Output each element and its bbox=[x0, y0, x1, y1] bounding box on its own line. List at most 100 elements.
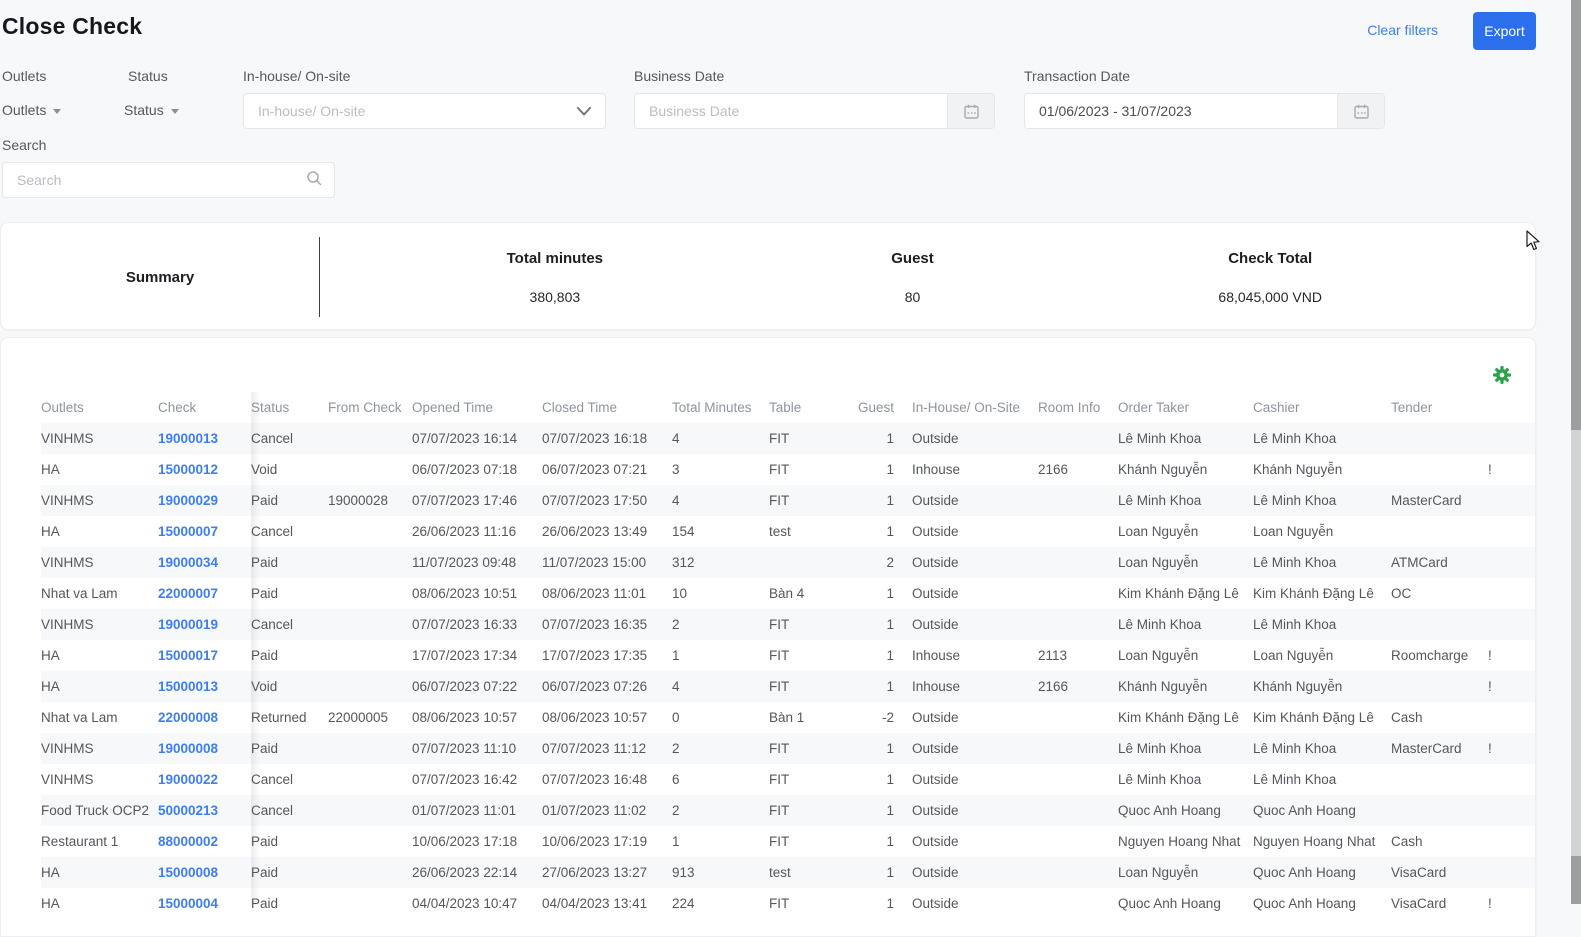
cell-opened-time: 07/07/2023 16:42 bbox=[412, 764, 542, 795]
cell-opened-time: 07/07/2023 16:33 bbox=[412, 609, 542, 640]
gear-icon[interactable] bbox=[1493, 366, 1511, 384]
cell-tender bbox=[1391, 516, 1488, 547]
calendar-icon[interactable] bbox=[947, 94, 994, 128]
cell-check[interactable]: 19000034 bbox=[158, 547, 251, 578]
cell-closed-time: 11/07/2023 15:00 bbox=[542, 547, 672, 578]
cell-check[interactable]: 19000008 bbox=[158, 733, 251, 764]
summary-metric-label: Check Total bbox=[1228, 250, 1312, 267]
scrollbar-thumb-bottom[interactable] bbox=[1571, 856, 1581, 904]
cell-room-info bbox=[1038, 702, 1118, 733]
cell-opened-time: 17/07/2023 17:34 bbox=[412, 640, 542, 671]
col-order-taker: Order Taker bbox=[1118, 392, 1253, 423]
export-button[interactable]: Export bbox=[1473, 12, 1536, 50]
business-date-input[interactable]: Business Date bbox=[634, 93, 995, 129]
cell-in-house: Inhouse bbox=[912, 454, 1038, 485]
cell-cashier: Quoc Anh Hoang bbox=[1253, 795, 1391, 826]
table-card: OutletsCheckStatusFrom CheckOpened TimeC… bbox=[0, 337, 1536, 937]
cell-table bbox=[769, 547, 849, 578]
cell-cashier: Kim Khánh Đặng Lê bbox=[1253, 702, 1391, 733]
summary-metric: Total minutes380,803 bbox=[376, 223, 734, 331]
cell-check[interactable]: 15000017 bbox=[158, 640, 251, 671]
outlets-dropdown[interactable]: Outlets bbox=[2, 102, 61, 118]
cell-opened-time: 08/06/2023 10:51 bbox=[412, 578, 542, 609]
cell-table: FIT bbox=[769, 485, 849, 516]
table-row: HA15000017Paid17/07/2023 17:3417/07/2023… bbox=[41, 640, 1535, 671]
cell-order-taker: Khánh Nguyễn bbox=[1118, 454, 1253, 485]
cell-outlets: VINHMS bbox=[41, 423, 158, 454]
cell-status: Paid bbox=[251, 547, 328, 578]
clear-filters-link[interactable]: Clear filters bbox=[1367, 22, 1438, 38]
cell-in-house: Outside bbox=[912, 826, 1038, 857]
cell-closed-time: 27/06/2023 13:27 bbox=[542, 857, 672, 888]
cell-total-minutes: 1 bbox=[672, 640, 769, 671]
col-tender: Tender bbox=[1391, 392, 1488, 423]
status-dropdown[interactable]: Status bbox=[124, 102, 179, 118]
inhouse-select[interactable]: In-house/ On-site bbox=[243, 93, 606, 129]
cell-check[interactable]: 22000007 bbox=[158, 578, 251, 609]
cell-check[interactable]: 88000002 bbox=[158, 826, 251, 857]
cell-check[interactable]: 15000008 bbox=[158, 857, 251, 888]
search-icon[interactable] bbox=[306, 170, 322, 191]
cell-closed-time: 07/07/2023 17:50 bbox=[542, 485, 672, 516]
col-status: Status bbox=[251, 392, 328, 423]
cell-check[interactable]: 15000012 bbox=[158, 454, 251, 485]
cell-from-check bbox=[328, 640, 412, 671]
cell-in-house: Outside bbox=[912, 609, 1038, 640]
summary-divider bbox=[319, 237, 320, 317]
cell-closed-time: 07/07/2023 16:35 bbox=[542, 609, 672, 640]
cell-check[interactable]: 19000019 bbox=[158, 609, 251, 640]
cell-total-minutes: 0 bbox=[672, 702, 769, 733]
cell-tender: Cash bbox=[1391, 702, 1488, 733]
calendar-icon[interactable] bbox=[1337, 94, 1384, 128]
cell-overflow-fragment bbox=[1488, 795, 1535, 826]
cell-from-check: 22000005 bbox=[328, 702, 412, 733]
table-row: Nhat va Lam22000008Returned2200000508/06… bbox=[41, 702, 1535, 733]
cell-from-check bbox=[328, 826, 412, 857]
cell-check[interactable]: 19000013 bbox=[158, 423, 251, 454]
cell-check[interactable]: 22000008 bbox=[158, 702, 251, 733]
cell-opened-time: 10/06/2023 17:18 bbox=[412, 826, 542, 857]
caret-down-icon bbox=[171, 109, 179, 114]
transaction-date-input[interactable]: 01/06/2023 - 31/07/2023 bbox=[1024, 93, 1385, 129]
cell-outlets: HA bbox=[41, 671, 158, 702]
cell-table: test bbox=[769, 857, 849, 888]
col-total-minutes: Total Minutes bbox=[672, 392, 769, 423]
chevron-down-icon bbox=[577, 103, 591, 119]
col-check: Check bbox=[158, 392, 251, 423]
cell-order-taker: Loan Nguyễn bbox=[1118, 857, 1253, 888]
cell-overflow-fragment bbox=[1488, 702, 1535, 733]
caret-down-icon bbox=[53, 109, 61, 114]
cell-in-house: Outside bbox=[912, 485, 1038, 516]
transaction-date-label: Transaction Date bbox=[1024, 68, 1130, 84]
cell-closed-time: 10/06/2023 17:19 bbox=[542, 826, 672, 857]
cell-opened-time: 01/07/2023 11:01 bbox=[412, 795, 542, 826]
table-row: Restaurant 188000002Paid10/06/2023 17:18… bbox=[41, 826, 1535, 857]
cell-closed-time: 08/06/2023 11:01 bbox=[542, 578, 672, 609]
cell-total-minutes: 312 bbox=[672, 547, 769, 578]
table-row: HA15000007Cancel26/06/2023 11:1626/06/20… bbox=[41, 516, 1535, 547]
cell-opened-time: 26/06/2023 11:16 bbox=[412, 516, 542, 547]
cell-guest: 1 bbox=[849, 826, 912, 857]
table-row: Nhat va Lam22000007Paid08/06/2023 10:510… bbox=[41, 578, 1535, 609]
cell-total-minutes: 10 bbox=[672, 578, 769, 609]
cell-check[interactable]: 15000013 bbox=[158, 671, 251, 702]
cell-outlets: HA bbox=[41, 857, 158, 888]
cell-opened-time: 06/07/2023 07:18 bbox=[412, 454, 542, 485]
cell-total-minutes: 913 bbox=[672, 857, 769, 888]
table-row: HA15000013Void06/07/2023 07:2206/07/2023… bbox=[41, 671, 1535, 702]
cell-check[interactable]: 50000213 bbox=[158, 795, 251, 826]
cell-total-minutes: 2 bbox=[672, 795, 769, 826]
cell-check[interactable]: 19000029 bbox=[158, 485, 251, 516]
scrollbar-thumb[interactable] bbox=[1571, 0, 1581, 430]
cell-from-check bbox=[328, 578, 412, 609]
table-row: VINHMS19000019Cancel07/07/2023 16:3307/0… bbox=[41, 609, 1535, 640]
cell-opened-time: 07/07/2023 17:46 bbox=[412, 485, 542, 516]
cell-check[interactable]: 19000022 bbox=[158, 764, 251, 795]
search-box bbox=[2, 162, 335, 198]
cell-total-minutes: 3 bbox=[672, 454, 769, 485]
search-input[interactable] bbox=[15, 171, 306, 189]
cell-closed-time: 08/06/2023 10:57 bbox=[542, 702, 672, 733]
cell-check[interactable]: 15000007 bbox=[158, 516, 251, 547]
vertical-scrollbar[interactable] bbox=[1571, 0, 1581, 904]
cell-closed-time: 07/07/2023 11:12 bbox=[542, 733, 672, 764]
